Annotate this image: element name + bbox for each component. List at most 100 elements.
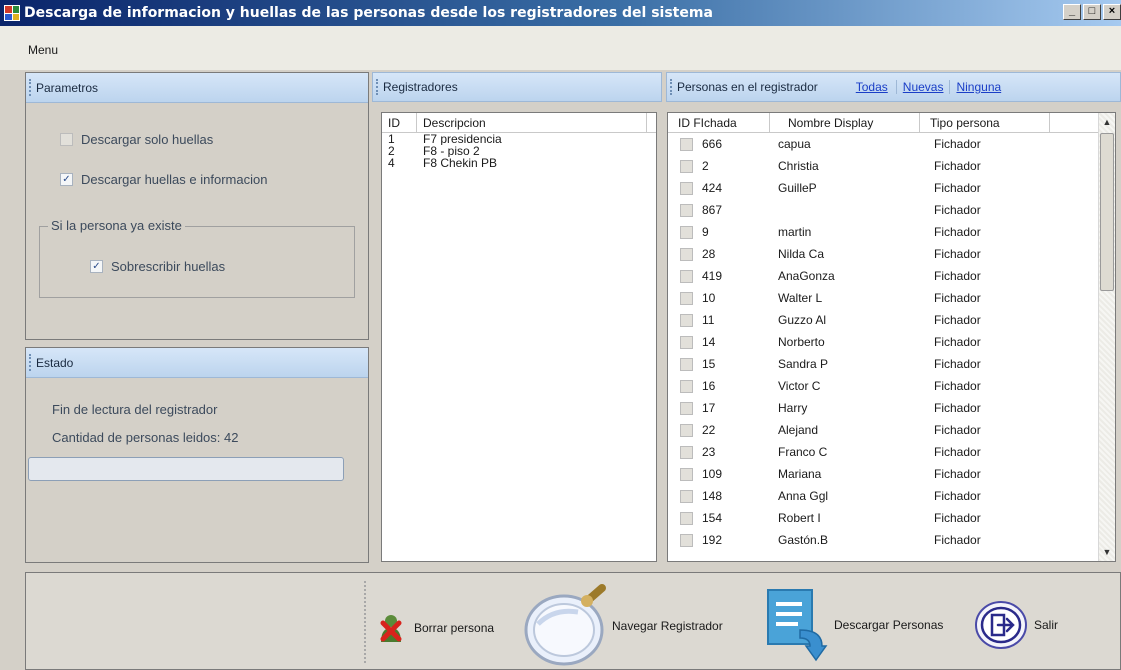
persona-row[interactable]: 109 Mariana Fichador — [668, 463, 1115, 485]
descargar-personas-button[interactable]: Descargar Personas — [764, 588, 943, 662]
registrador-id: 4 — [388, 157, 395, 169]
persona-nombre: Victor C — [778, 379, 821, 393]
link-nuevas[interactable]: Nuevas — [895, 80, 943, 94]
sobrescribir-checkbox[interactable]: ✓ — [90, 260, 103, 273]
persona-row[interactable]: 14 Norberto Fichador — [668, 331, 1115, 353]
persona-id: 16 — [702, 379, 716, 393]
persona-row[interactable]: 16 Victor C Fichador — [668, 375, 1115, 397]
persona-row[interactable]: 17 Harry Fichador — [668, 397, 1115, 419]
persona-row[interactable]: 23 Franco C Fichador — [668, 441, 1115, 463]
persona-checkbox[interactable] — [680, 357, 693, 371]
app-icon — [4, 5, 20, 21]
personas-scrollbar[interactable]: ▲ ▼ — [1098, 113, 1115, 561]
persona-row[interactable]: 15 Sandra P Fichador — [668, 353, 1115, 375]
persona-id-cell: 109 — [668, 467, 774, 481]
personas-panel: Personas en el registrador Todas Nuevas … — [666, 72, 1121, 102]
persona-checkbox[interactable] — [680, 225, 693, 239]
persona-row[interactable]: 424 GuilleP Fichador — [668, 177, 1115, 199]
persona-checkbox[interactable] — [680, 445, 693, 459]
scroll-up-arrow-icon[interactable]: ▲ — [1099, 113, 1115, 131]
registradores-list[interactable]: ID Descripcion 1 F7 presidencia 2 F8 - piso… — [381, 112, 657, 562]
scroll-thumb[interactable] — [1100, 133, 1114, 291]
col-nombre-display[interactable]: Nombre Display — [770, 113, 920, 132]
persona-nombre: Gastón.B — [778, 533, 829, 547]
persona-row[interactable]: 11 Guzzo Al Fichador — [668, 309, 1115, 331]
navegar-registrador-button[interactable]: Navegar Registrador — [524, 584, 723, 668]
persona-tipo: Fichador — [934, 269, 981, 283]
huellas-info-option[interactable]: ✓ Descargar huellas e informacion — [60, 172, 267, 187]
persona-checkbox[interactable] — [680, 489, 693, 503]
minimize-button[interactable]: _ — [1063, 4, 1081, 20]
registrador-row[interactable]: 4 F8 Chekin PB — [382, 157, 656, 169]
persona-row[interactable]: 28 Nilda Ca Fichador — [668, 243, 1115, 265]
registradores-panel: Registradores — [372, 72, 662, 102]
persona-row[interactable]: 22 Alejand Fichador — [668, 419, 1115, 441]
persona-id: 14 — [702, 335, 716, 349]
huellas-info-checkbox[interactable]: ✓ — [60, 173, 73, 186]
personas-header-title: Personas en el registrador — [677, 80, 818, 94]
si-existe-legend: Si la persona ya existe — [48, 218, 185, 233]
persona-id: 154 — [702, 511, 723, 525]
solo-huellas-label: Descargar solo huellas — [81, 132, 214, 147]
persona-tipo: Fichador — [934, 357, 981, 371]
persona-row[interactable]: 2 Christia Fichador — [668, 155, 1115, 177]
persona-id-cell: 16 — [668, 379, 774, 393]
persona-id-cell: 867 — [668, 203, 774, 217]
close-button[interactable]: × — [1103, 4, 1121, 20]
persona-row[interactable]: 419 AnaGonza Fichador — [668, 265, 1115, 287]
toolbar-separator — [364, 581, 366, 663]
scroll-down-arrow-icon[interactable]: ▼ — [1099, 543, 1115, 561]
persona-checkbox[interactable] — [680, 401, 693, 415]
delete-person-icon — [378, 612, 408, 644]
persona-row[interactable]: 148 Anna Ggl Fichador — [668, 485, 1115, 507]
sobrescribir-option[interactable]: ✓ Sobrescribir huellas — [90, 259, 225, 274]
persona-checkbox[interactable] — [680, 159, 693, 173]
solo-huellas-checkbox[interactable] — [60, 133, 73, 146]
persona-checkbox[interactable] — [680, 379, 693, 393]
borrar-persona-button[interactable]: Borrar persona — [378, 612, 494, 644]
persona-nombre: martin — [778, 225, 812, 239]
persona-checkbox[interactable] — [680, 511, 693, 525]
persona-id: 424 — [702, 181, 723, 195]
persona-checkbox[interactable] — [680, 423, 693, 437]
persona-nombre: Mariana — [778, 467, 822, 481]
menu-item-menu[interactable]: Menu — [28, 43, 58, 57]
persona-checkbox[interactable] — [680, 137, 693, 151]
persona-nombre: GuilleP — [778, 181, 817, 195]
persona-tipo: Fichador — [934, 335, 981, 349]
persona-checkbox[interactable] — [680, 269, 693, 283]
persona-row[interactable]: 154 Robert I Fichador — [668, 507, 1115, 529]
persona-checkbox[interactable] — [680, 467, 693, 481]
persona-tipo: Fichador — [934, 533, 981, 547]
link-todas[interactable]: Todas — [856, 80, 888, 94]
persona-checkbox[interactable] — [680, 533, 693, 547]
borrar-persona-label: Borrar persona — [414, 621, 495, 635]
persona-id-cell: 10 — [668, 291, 774, 305]
persona-checkbox[interactable] — [680, 291, 693, 305]
registrador-row[interactable]: 1 F7 presidencia — [382, 133, 656, 145]
salir-button[interactable]: Salir — [974, 600, 1058, 650]
persona-row[interactable]: 867 Fichador — [668, 199, 1115, 221]
persona-row[interactable]: 666 capua Fichador — [668, 133, 1115, 155]
persona-row[interactable]: 9 martin Fichador — [668, 221, 1115, 243]
maximize-button[interactable]: □ — [1083, 4, 1101, 20]
persona-checkbox[interactable] — [680, 247, 693, 261]
persona-row[interactable]: 192 Gastón.B Fichador — [668, 529, 1115, 551]
solo-huellas-option[interactable]: Descargar solo huellas — [60, 132, 213, 147]
menu-bar: Menu — [0, 26, 1121, 70]
col-id[interactable]: ID — [382, 113, 417, 132]
persona-checkbox[interactable] — [680, 313, 693, 327]
persona-checkbox[interactable] — [680, 203, 693, 217]
persona-checkbox[interactable] — [680, 335, 693, 349]
persona-id: 28 — [702, 247, 716, 261]
col-descripcion[interactable]: Descripcion — [417, 113, 647, 132]
link-ninguna[interactable]: Ninguna — [949, 80, 1001, 94]
col-tipo-persona[interactable]: Tipo persona — [920, 113, 1050, 132]
persona-checkbox[interactable] — [680, 181, 693, 195]
registrador-descripcion: F8 Chekin PB — [423, 157, 498, 169]
persona-tipo: Fichador — [934, 467, 981, 481]
col-id-fichada[interactable]: ID FIchada — [668, 113, 770, 132]
registrador-row[interactable]: 2 F8 - piso 2 — [382, 145, 656, 157]
personas-list[interactable]: ID FIchada Nombre Display Tipo persona 6… — [667, 112, 1116, 562]
persona-row[interactable]: 10 Walter L Fichador — [668, 287, 1115, 309]
